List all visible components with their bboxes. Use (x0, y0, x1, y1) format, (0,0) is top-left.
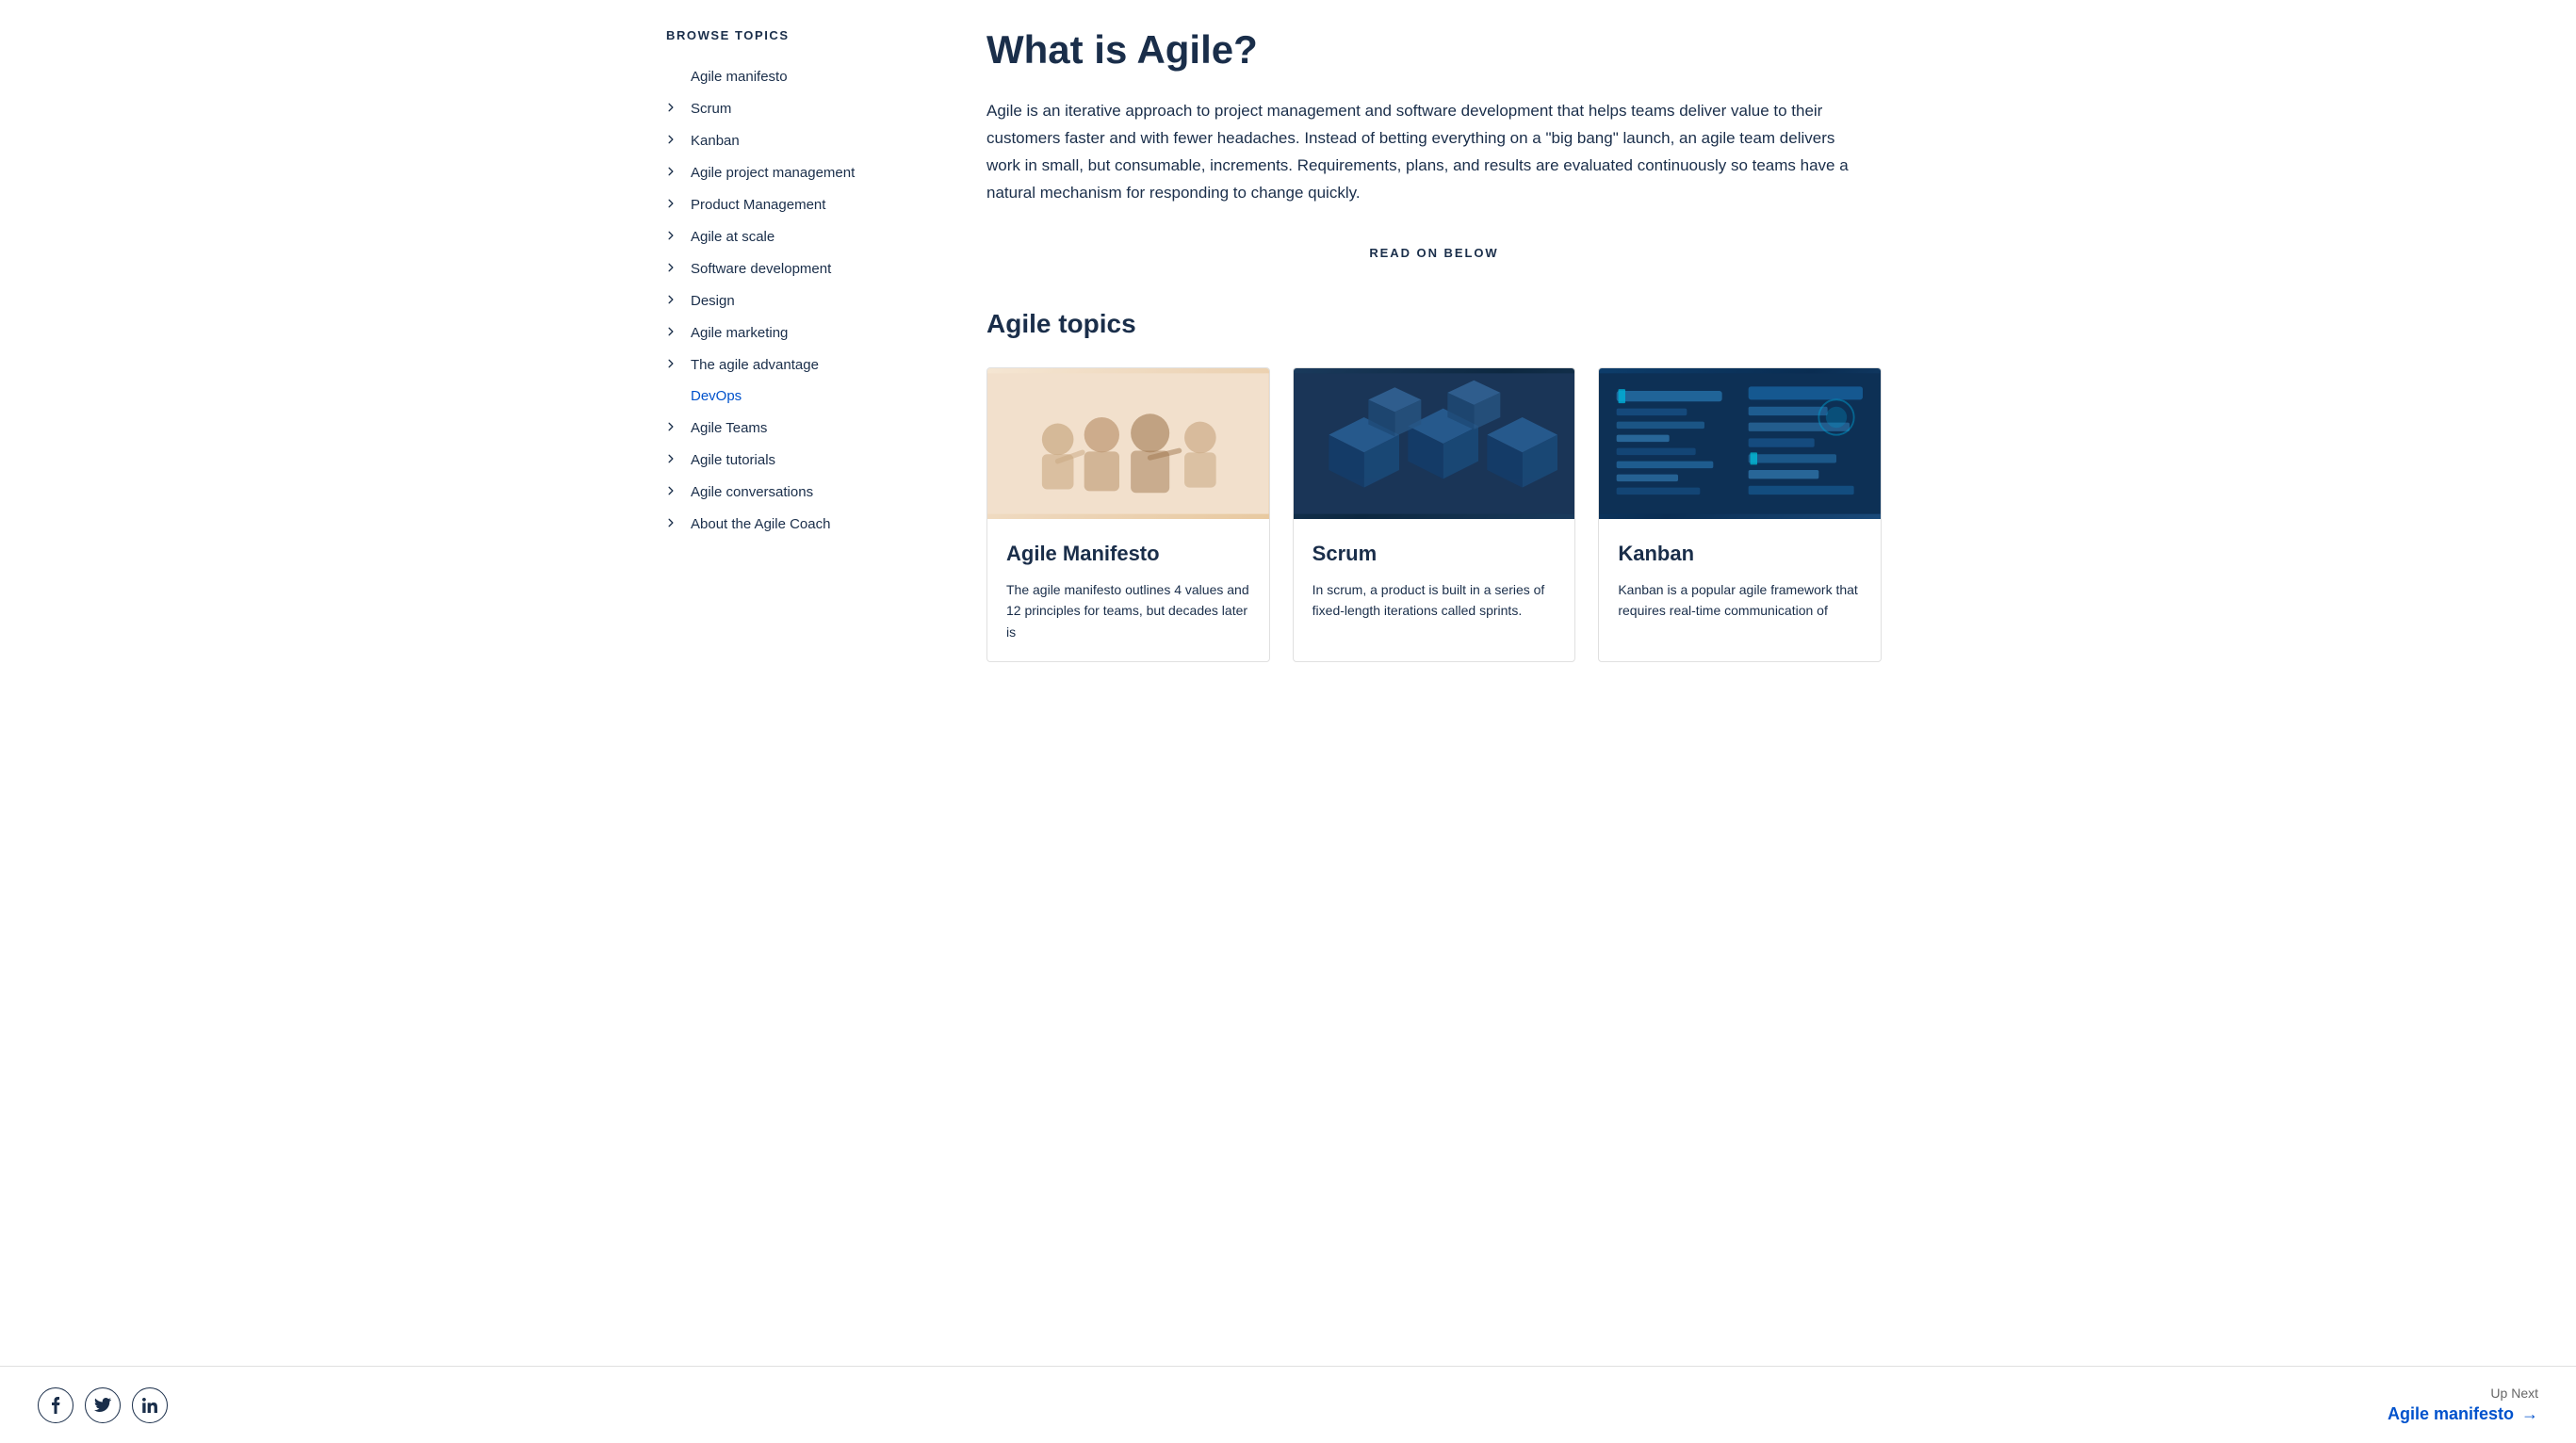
chevron-icon (666, 419, 683, 436)
sidebar: BROWSE TOPICS Agile manifesto Scrum Kanb… (666, 28, 930, 1338)
manifesto-card-image (987, 368, 1269, 519)
linkedin-social-icon[interactable] (132, 1387, 168, 1423)
social-icons-group (38, 1387, 168, 1423)
sidebar-item-about-agile-coach[interactable]: About the Agile Coach (666, 508, 930, 540)
sidebar-item-devops[interactable]: DevOps (666, 381, 930, 412)
chevron-icon (666, 356, 683, 373)
sidebar-item-kanban[interactable]: Kanban (666, 124, 930, 156)
sidebar-item-product-management[interactable]: Product Management (666, 188, 930, 220)
main-content: What is Agile? Agile is an iterative app… (986, 28, 1882, 1338)
sidebar-item-agile-at-scale[interactable]: Agile at scale (666, 220, 930, 252)
scrum-card-title: Scrum (1312, 542, 1557, 566)
agile-manifesto-card[interactable]: Agile Manifesto The agile manifesto outl… (986, 367, 1270, 662)
arrow-icon: → (2521, 1404, 2538, 1424)
intro-text: Agile is an iterative approach to projec… (986, 98, 1853, 207)
scrum-card-image (1294, 368, 1575, 519)
cards-grid: Agile Manifesto The agile manifesto outl… (986, 367, 1882, 662)
page-title: What is Agile? (986, 28, 1882, 72)
kanban-card-description: Kanban is a popular agile framework that… (1618, 579, 1862, 622)
sidebar-item-agile-marketing[interactable]: Agile marketing (666, 316, 930, 349)
up-next-label: Up Next (2388, 1386, 2538, 1401)
kanban-card-image (1599, 368, 1881, 519)
browse-topics-title: BROWSE TOPICS (666, 28, 930, 42)
sidebar-item-agile-project-management[interactable]: Agile project management (666, 156, 930, 188)
chevron-icon (666, 196, 683, 213)
chevron-icon (666, 132, 683, 149)
chevron-icon (666, 100, 683, 117)
scrum-card[interactable]: Scrum In scrum, a product is built in a … (1293, 367, 1576, 662)
kanban-card-body: Kanban Kanban is a popular agile framewo… (1599, 519, 1881, 640)
chevron-icon (666, 451, 683, 468)
chevron-icon (666, 292, 683, 309)
agile-topics-title: Agile topics (986, 309, 1882, 339)
facebook-social-icon[interactable] (38, 1387, 73, 1423)
sidebar-item-software-development[interactable]: Software development (666, 252, 930, 284)
footer: Up Next Agile manifesto → (0, 1366, 2576, 1443)
chevron-icon (666, 228, 683, 245)
manifesto-card-body: Agile Manifesto The agile manifesto outl… (987, 519, 1269, 661)
sidebar-item-design[interactable]: Design (666, 284, 930, 316)
sidebar-item-scrum[interactable]: Scrum (666, 92, 930, 124)
sidebar-item-agile-tutorials[interactable]: Agile tutorials (666, 444, 930, 476)
chevron-icon (666, 260, 683, 277)
sidebar-item-the-agile-advantage[interactable]: The agile advantage (666, 349, 930, 381)
sidebar-item-agile-manifesto[interactable]: Agile manifesto (666, 61, 930, 92)
sidebar-item-agile-conversations[interactable]: Agile conversations (666, 476, 930, 508)
read-on-below: READ ON BELOW (986, 245, 1882, 262)
twitter-social-icon[interactable] (85, 1387, 121, 1423)
up-next-section: Up Next Agile manifesto → (2388, 1386, 2538, 1424)
sidebar-item-agile-teams[interactable]: Agile Teams (666, 412, 930, 444)
chevron-icon (666, 164, 683, 181)
kanban-card-title: Kanban (1618, 542, 1862, 566)
chevron-icon (666, 324, 683, 341)
scrum-card-body: Scrum In scrum, a product is built in a … (1294, 519, 1575, 640)
chevron-icon (666, 515, 683, 532)
up-next-link[interactable]: Agile manifesto → (2388, 1404, 2538, 1424)
manifesto-card-description: The agile manifesto outlines 4 values an… (1006, 579, 1250, 642)
chevron-icon (666, 483, 683, 500)
scrum-card-description: In scrum, a product is built in a series… (1312, 579, 1557, 622)
kanban-card[interactable]: Kanban Kanban is a popular agile framewo… (1598, 367, 1882, 662)
manifesto-card-title: Agile Manifesto (1006, 542, 1250, 566)
